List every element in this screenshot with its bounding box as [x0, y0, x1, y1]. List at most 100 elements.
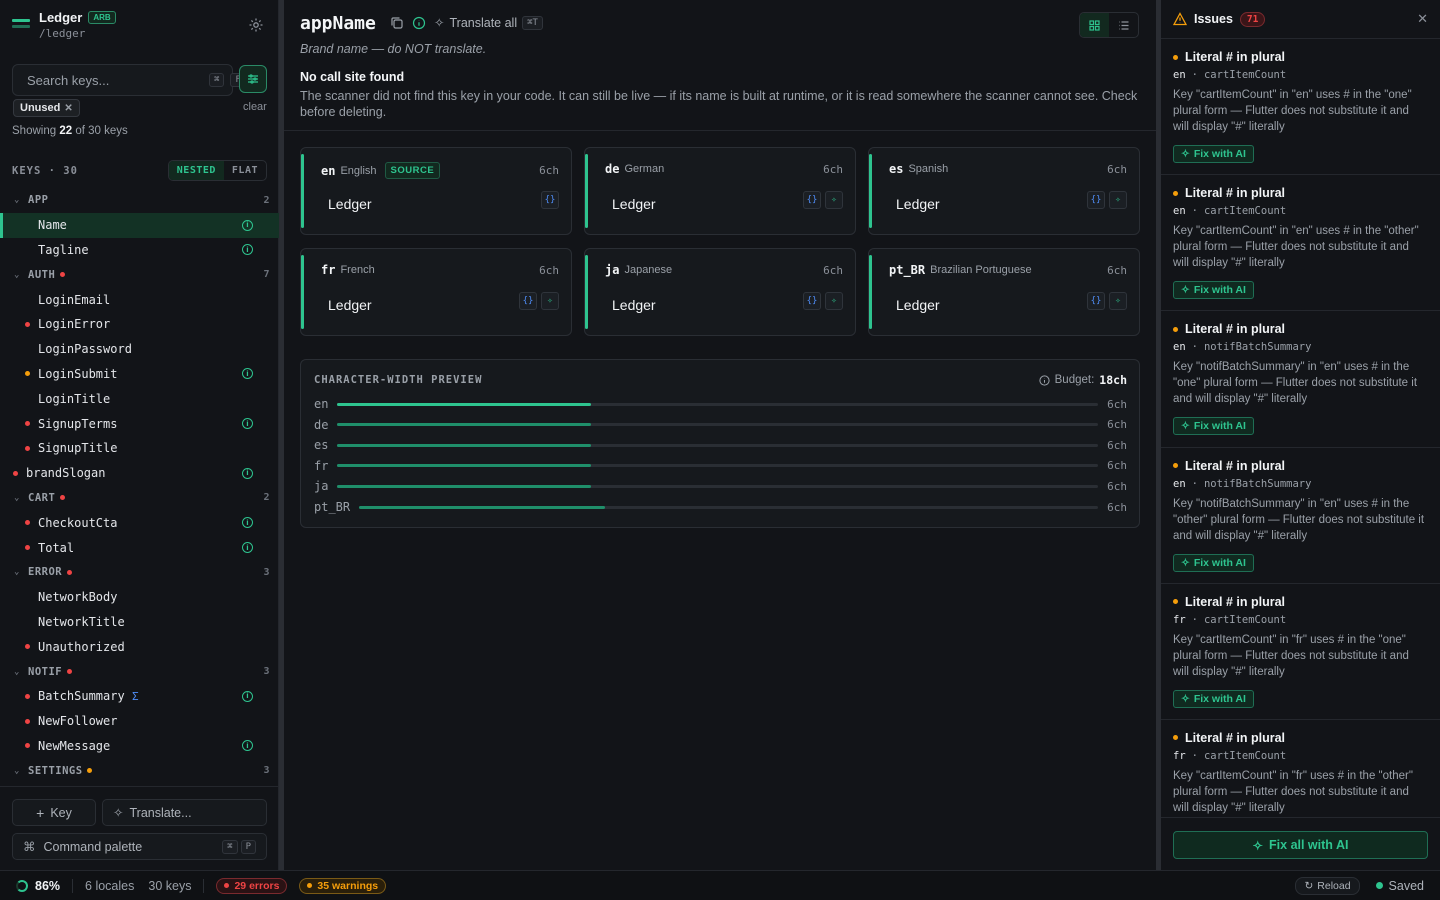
grid-view-button[interactable]	[1080, 13, 1109, 37]
tree-key[interactable]: CheckoutCta i	[0, 510, 279, 535]
locale-card-header: de German 6ch	[605, 162, 843, 176]
tree-key[interactable]: LoginPassword	[0, 337, 279, 362]
close-icon[interactable]: ✕	[1417, 11, 1428, 27]
tree-group[interactable]: ⌄ NOTIF 3	[0, 659, 279, 684]
tree-key[interactable]: LoginEmail	[0, 287, 279, 312]
issue-card[interactable]: Literal # in plural en · notifBatchSummary K…	[1161, 448, 1440, 584]
translate-all-button[interactable]: ✧ Translate all ⌘T	[434, 15, 543, 30]
issue-title: Literal # in plural	[1173, 459, 1428, 473]
search-input[interactable]	[27, 72, 203, 88]
tree-key-label: Unauthorized	[38, 639, 125, 654]
issue-key[interactable]: notifBatchSummary	[1204, 341, 1311, 353]
issue-key[interactable]: cartItemCount	[1204, 205, 1286, 217]
translation-value[interactable]: Ledger	[328, 196, 372, 212]
issue-key[interactable]: notifBatchSummary	[1204, 478, 1311, 490]
tree-key[interactable]: LoginTitle	[0, 386, 279, 411]
tree-group[interactable]: ⌄ SETTINGS 3	[0, 758, 279, 783]
placeholder-braces-icon[interactable]: {}	[541, 191, 559, 209]
translation-value[interactable]: Ledger	[612, 196, 656, 212]
fix-with-ai-button[interactable]: ✧ Fix with AI	[1173, 417, 1254, 436]
issue-key[interactable]: cartItemCount	[1204, 69, 1286, 81]
sidebar: Ledger ARB /ledger ⌘ F Unused ✕ clear Sh…	[0, 0, 279, 870]
app-root: Ledger ARB /ledger ⌘ F Unused ✕ clear Sh…	[0, 0, 1440, 900]
ai-translate-sparkle-icon[interactable]: ✧	[541, 292, 559, 310]
gear-icon[interactable]	[248, 17, 264, 33]
placeholder-braces-icon[interactable]: {}	[803, 292, 821, 310]
view-flat-button[interactable]: FLAT	[224, 161, 266, 180]
filter-button[interactable]	[239, 65, 267, 93]
reload-button[interactable]: ↻ Reload	[1295, 876, 1360, 895]
ai-translate-sparkle-icon[interactable]: ✧	[1109, 292, 1127, 310]
chevron-down-icon[interactable]: ⌄	[14, 766, 20, 776]
fix-with-ai-button[interactable]: ✧ Fix with AI	[1173, 281, 1254, 300]
chevron-down-icon[interactable]: ⌄	[14, 667, 20, 677]
tree-key[interactable]: BatchSummary Σi	[0, 684, 279, 709]
locale-card-pt_BR[interactable]: pt_BR Brazilian Portuguese 6ch Ledger {} ✧	[868, 248, 1140, 336]
issue-card[interactable]: Literal # in plural en · cartItemCount Key "…	[1161, 39, 1440, 176]
chevron-down-icon[interactable]: ⌄	[14, 493, 20, 503]
ai-translate-sparkle-icon[interactable]: ✧	[825, 292, 843, 310]
tree-key[interactable]: SignupTitle	[0, 436, 279, 461]
issue-card[interactable]: Literal # in plural en · cartItemCount Key "…	[1161, 175, 1440, 312]
filter-chip-unused[interactable]: Unused ✕	[13, 99, 80, 117]
locale-card-en[interactable]: en English SOURCE 6ch Ledger {}	[300, 147, 572, 235]
translation-value[interactable]: Ledger	[612, 297, 656, 313]
tree-group[interactable]: ⌄ AUTH 7	[0, 262, 279, 287]
placeholder-braces-icon[interactable]: {}	[1087, 191, 1105, 209]
tree-key[interactable]: Name i	[0, 212, 279, 238]
placeholder-braces-icon[interactable]: {}	[1087, 292, 1105, 310]
command-palette-button[interactable]: ⌘ Command palette ⌘ P	[12, 833, 267, 860]
warnings-badge[interactable]: 35 warnings	[299, 877, 387, 894]
tree-key[interactable]: Tagline i	[0, 238, 279, 263]
tree-group[interactable]: ⌄ APP 2	[0, 188, 279, 213]
translate-button[interactable]: ✧ Translate...	[102, 799, 267, 826]
view-nested-button[interactable]: NESTED	[168, 161, 224, 180]
list-view-button[interactable]	[1109, 13, 1138, 37]
tree-key[interactable]: NetworkTitle	[0, 610, 279, 635]
ai-translate-sparkle-icon[interactable]: ✧	[825, 191, 843, 209]
locale-card-ja[interactable]: ja Japanese 6ch Ledger {} ✧	[584, 248, 856, 336]
issue-key[interactable]: cartItemCount	[1204, 614, 1286, 626]
issue-card[interactable]: Literal # in plural fr · cartItemCount Key "…	[1161, 720, 1440, 817]
tree-key[interactable]: SignupTerms i	[0, 411, 279, 436]
tree-key[interactable]: LoginSubmit i	[0, 362, 279, 387]
locale-card-es[interactable]: es Spanish 6ch Ledger {} ✧	[868, 147, 1140, 235]
tree-key[interactable]: LoginError	[0, 312, 279, 337]
fix-with-ai-button[interactable]: ✧ Fix with AI	[1173, 145, 1254, 163]
issues-list[interactable]: Literal # in plural en · cartItemCount Key "…	[1161, 39, 1440, 817]
tree-key[interactable]: NewFollower	[0, 709, 279, 734]
locale-card-fr[interactable]: fr French 6ch Ledger {} ✧	[300, 248, 572, 336]
translation-value[interactable]: Ledger	[328, 297, 372, 313]
tree-key[interactable]: brandSlogan i	[0, 461, 279, 486]
fix-all-button[interactable]: ✧ Fix all with AI	[1173, 831, 1428, 859]
chevron-down-icon[interactable]: ⌄	[14, 270, 20, 280]
translation-value[interactable]: Ledger	[896, 297, 940, 313]
locale-card-de[interactable]: de German 6ch Ledger {} ✧	[584, 147, 856, 235]
add-key-button[interactable]: + Key	[12, 799, 96, 826]
tree-key[interactable]: Unauthorized	[0, 634, 279, 659]
group-count: 2	[263, 492, 270, 504]
errors-badge[interactable]: 29 errors	[216, 877, 288, 894]
ai-translate-sparkle-icon[interactable]: ✧	[1109, 191, 1127, 209]
tree-group[interactable]: ⌄ CART 2	[0, 486, 279, 511]
translation-value[interactable]: Ledger	[896, 196, 940, 212]
issue-card[interactable]: Literal # in plural en · notifBatchSummary K…	[1161, 311, 1440, 448]
tree-key[interactable]: Total i	[0, 535, 279, 560]
chevron-down-icon[interactable]: ⌄	[14, 567, 20, 577]
fix-with-ai-button[interactable]: ✧ Fix with AI	[1173, 553, 1254, 572]
close-icon[interactable]: ✕	[64, 103, 72, 114]
chevron-down-icon[interactable]: ⌄	[14, 195, 20, 205]
tree-key[interactable]: NewMessage i	[0, 734, 279, 759]
placeholder-braces-icon[interactable]: {}	[519, 292, 537, 310]
placeholder-braces-icon[interactable]: {}	[803, 191, 821, 209]
key-header: appName ✧ Translate all ⌘T Brand name — …	[284, 0, 1156, 131]
fix-with-ai-button[interactable]: ✧ Fix with AI	[1173, 689, 1254, 708]
issue-key[interactable]: cartItemCount	[1204, 750, 1286, 762]
tree-key[interactable]: NetworkBody	[0, 585, 279, 610]
issues-count-badge: 71	[1239, 11, 1266, 27]
info-icon[interactable]	[412, 16, 426, 30]
tree-group[interactable]: ⌄ ERROR 3	[0, 560, 279, 585]
clear-filters-link[interactable]: clear	[243, 101, 267, 113]
copy-icon[interactable]	[390, 16, 404, 30]
issue-card[interactable]: Literal # in plural fr · cartItemCount Key "…	[1161, 584, 1440, 720]
